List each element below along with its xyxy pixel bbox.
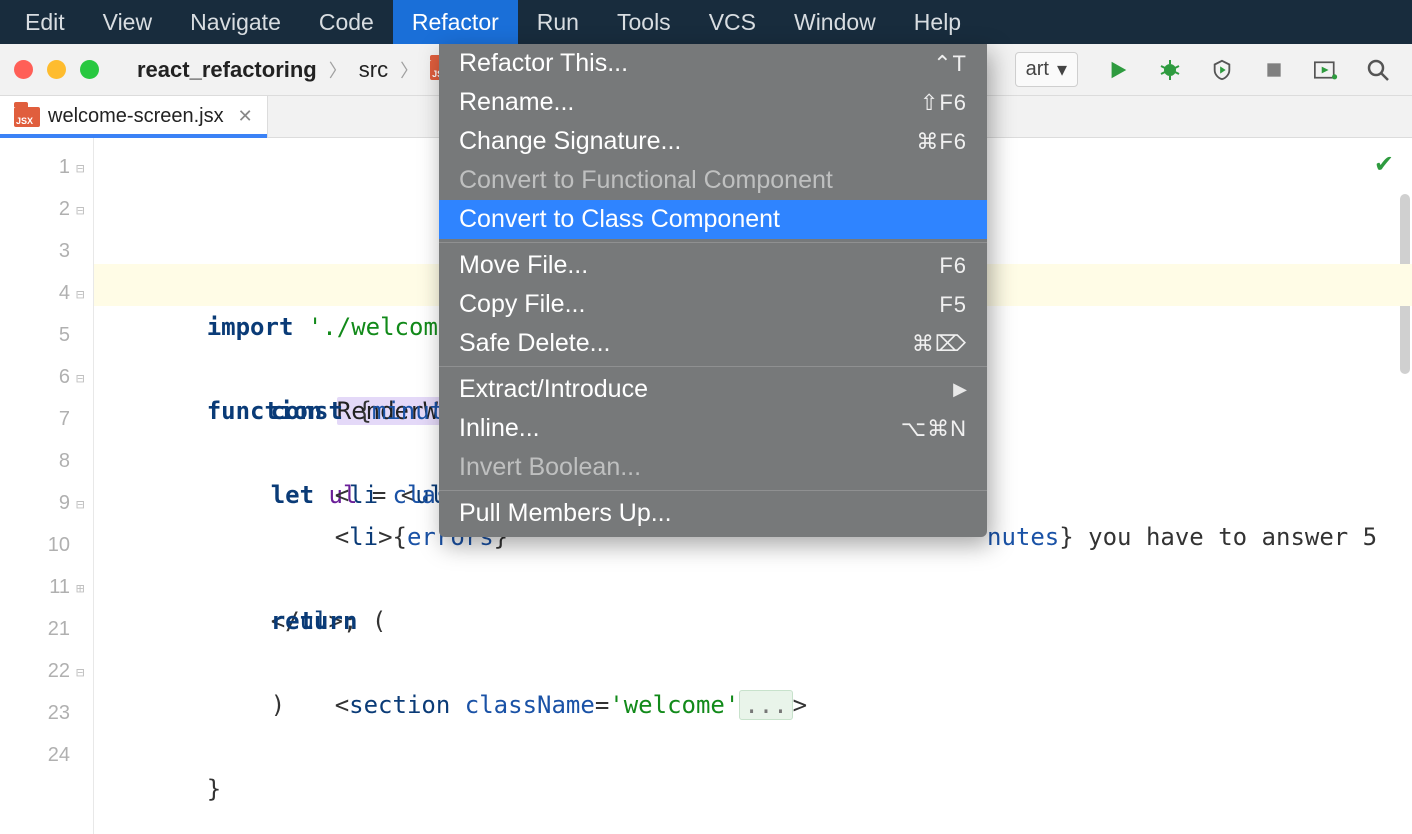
run-config-label: art	[1026, 58, 1049, 81]
line-number: 4	[20, 272, 70, 314]
main-menu-bar: Edit View Navigate Code Refactor Run Too…	[0, 0, 1412, 44]
menu-run[interactable]: Run	[518, 0, 598, 44]
close-tab-icon[interactable]: ✕	[238, 106, 253, 127]
menu-inline[interactable]: Inline...⌥⌘N	[439, 409, 987, 448]
line-number: 22	[20, 650, 70, 692]
toolbar-right: art ▾	[1015, 52, 1412, 87]
menu-separator	[439, 242, 987, 243]
line-number: 5	[20, 314, 70, 356]
fold-icon[interactable]: ⊟	[76, 190, 90, 212]
chevron-right-icon: 〉	[327, 57, 349, 83]
window-close-button[interactable]	[14, 60, 33, 79]
debug-icon[interactable]	[1158, 58, 1182, 82]
line-number: 8	[20, 440, 70, 482]
line-number: 9	[20, 482, 70, 524]
window-minimize-button[interactable]	[47, 60, 66, 79]
stop-icon[interactable]	[1262, 58, 1286, 82]
menu-refactor[interactable]: Refactor	[393, 0, 518, 44]
menu-code[interactable]: Code	[300, 0, 393, 44]
menu-window[interactable]: Window	[775, 0, 895, 44]
fold-icon[interactable]: ⊟	[76, 148, 90, 170]
line-number: 11	[20, 566, 70, 608]
line-number: 21	[20, 608, 70, 650]
menu-edit[interactable]: Edit	[6, 0, 84, 44]
search-icon[interactable]	[1366, 58, 1390, 82]
coverage-icon[interactable]	[1210, 58, 1234, 82]
tab-filename: welcome-screen.jsx	[48, 105, 224, 128]
menu-change-signature[interactable]: Change Signature...⌘F6	[439, 122, 987, 161]
editor-tab[interactable]: JSX welcome-screen.jsx ✕	[0, 95, 268, 137]
line-number: 2	[20, 188, 70, 230]
menu-extract-introduce[interactable]: Extract/Introduce▶	[439, 370, 987, 409]
run-icon[interactable]	[1106, 58, 1130, 82]
window-maximize-button[interactable]	[80, 60, 99, 79]
menu-tools[interactable]: Tools	[598, 0, 690, 44]
menu-separator	[439, 366, 987, 367]
menu-navigate[interactable]: Navigate	[171, 0, 300, 44]
menu-view[interactable]: View	[84, 0, 171, 44]
menu-help[interactable]: Help	[895, 0, 980, 44]
menu-pull-members-up[interactable]: Pull Members Up...	[439, 494, 987, 533]
menu-separator	[439, 490, 987, 491]
menu-convert-to-functional: Convert to Functional Component	[439, 161, 987, 200]
menu-move-file[interactable]: Move File...F6	[439, 246, 987, 285]
menu-invert-boolean: Invert Boolean...	[439, 448, 987, 487]
line-number: 3	[20, 230, 70, 272]
menu-vcs[interactable]: VCS	[690, 0, 775, 44]
fold-icon[interactable]: ⊟	[76, 274, 90, 296]
jsx-file-icon: JSX	[14, 107, 40, 127]
code-line: }	[181, 775, 221, 803]
fold-icon[interactable]: ⊟	[76, 652, 90, 674]
line-number: 10	[20, 524, 70, 566]
run-target-icon[interactable]	[1314, 58, 1338, 82]
menu-convert-to-class[interactable]: Convert to Class Component	[439, 200, 987, 239]
chevron-down-icon: ▾	[1057, 57, 1067, 82]
line-number: 23	[20, 692, 70, 734]
line-number: 6	[20, 356, 70, 398]
submenu-arrow-icon: ▶	[953, 379, 967, 400]
line-number: 24	[20, 734, 70, 776]
line-number: 1	[20, 146, 70, 188]
menu-refactor-this[interactable]: Refactor This...⌃T	[439, 44, 987, 83]
refactor-dropdown: Refactor This...⌃T Rename...⇧F6 Change S…	[439, 44, 987, 537]
breadcrumb-root[interactable]: react_refactoring	[137, 57, 317, 83]
fold-icon[interactable]: ⊟	[76, 484, 90, 506]
chevron-right-icon: 〉	[398, 57, 420, 83]
fold-expand-icon[interactable]: ⊞	[76, 568, 90, 590]
breadcrumb-folder[interactable]: src	[359, 57, 388, 83]
menu-rename[interactable]: Rename...⇧F6	[439, 83, 987, 122]
run-configuration-selector[interactable]: art ▾	[1015, 52, 1078, 87]
window-controls	[0, 60, 119, 79]
line-number: 7	[20, 398, 70, 440]
menu-safe-delete[interactable]: Safe Delete...⌘⌦	[439, 324, 987, 363]
fold-icon[interactable]: ⊟	[76, 358, 90, 380]
menu-copy-file[interactable]: Copy File...F5	[439, 285, 987, 324]
